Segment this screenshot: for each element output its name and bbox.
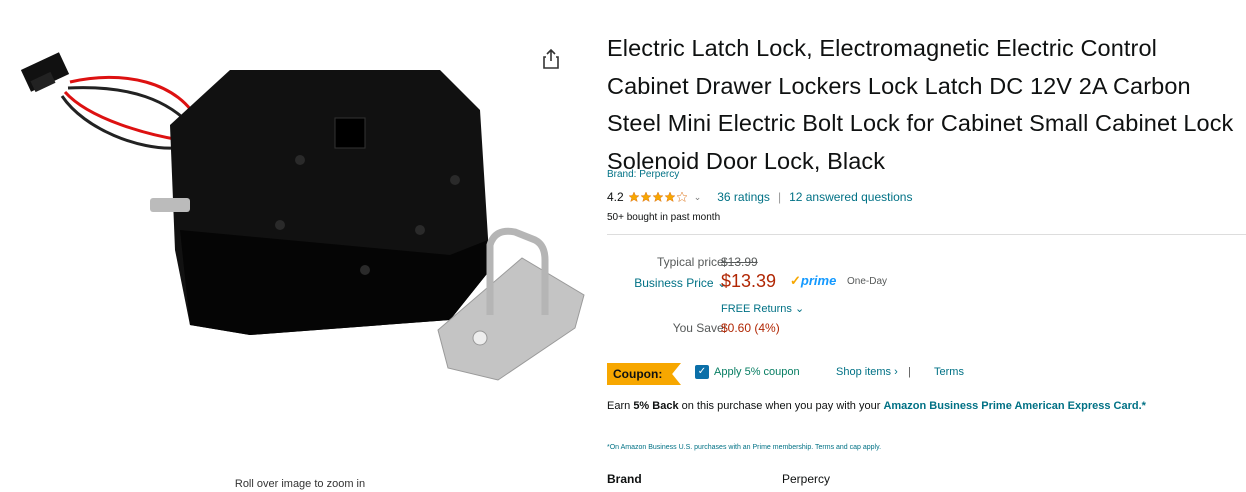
prime-badge: ✓prime <box>790 273 836 289</box>
you-save-label: You Save: <box>672 321 727 335</box>
earn-back-promo: Earn 5% Back on this purchase when you p… <box>607 396 1242 416</box>
chevron-down-icon[interactable]: ⌄ <box>795 303 804 315</box>
prime-check-icon: ✓ <box>790 273 801 288</box>
product-image[interactable] <box>10 30 600 390</box>
answered-questions-link[interactable]: 12 answered questions <box>789 190 912 204</box>
business-price-value: $13.39 <box>721 271 777 291</box>
star-full-icon <box>640 191 652 203</box>
earn-bold: 5% Back <box>633 400 679 412</box>
promo-footnote[interactable]: *On Amazon Business U.S. purchases with … <box>607 444 881 451</box>
spec-brand-label: Brand <box>607 472 642 486</box>
bought-count: 50+ bought in past month <box>607 212 721 223</box>
zoom-hint: Roll over image to zoom in <box>234 478 366 490</box>
brand-link[interactable]: Brand: Perpercy <box>607 169 679 180</box>
coupon-badge: Coupon: <box>607 363 681 385</box>
business-price-label[interactable]: Business Price ⌄ <box>634 276 727 290</box>
prime-word: prime <box>800 273 837 288</box>
ratings-count-link[interactable]: 36 ratings <box>717 190 770 204</box>
product-title: Electric Latch Lock, Electromagnetic Ele… <box>607 35 1234 174</box>
star-full-icon <box>652 191 664 203</box>
separator: | <box>777 190 782 204</box>
amex-card-link[interactable]: Amazon Business Prime American Express C… <box>883 400 1145 412</box>
divider <box>607 234 1246 235</box>
coupon-terms-link[interactable]: Terms <box>934 366 964 378</box>
free-returns-link[interactable]: FREE Returns ⌄ <box>721 302 804 315</box>
earn-prefix: Earn <box>607 400 631 412</box>
star-rating[interactable] <box>628 191 688 203</box>
share-icon[interactable] <box>541 48 561 70</box>
chevron-down-icon[interactable]: ⌄ <box>694 192 702 203</box>
apply-coupon-label[interactable]: Apply 5% coupon <box>714 366 800 378</box>
free-returns-text[interactable]: FREE Returns <box>721 303 792 315</box>
shop-items-link[interactable]: Shop items › <box>836 366 898 378</box>
coupon-separator: | <box>908 366 911 378</box>
you-save-value: $0.60 (4%) <box>721 321 780 335</box>
business-price-label-text[interactable]: Business Price <box>634 276 713 290</box>
star-full-icon <box>664 191 676 203</box>
typical-price-label: Typical price: <box>656 255 727 269</box>
spec-brand-value: Perpercy <box>782 472 831 486</box>
star-empty-icon <box>676 191 688 203</box>
image-gallery: Roll over image to zoom in <box>0 0 600 492</box>
typical-price-value: $13.99 <box>721 255 758 269</box>
one-day-label: One-Day <box>847 276 888 287</box>
star-full-icon <box>628 191 640 203</box>
earn-middle: on this purchase when you pay with your <box>681 400 881 412</box>
rating-value: 4.2 <box>607 190 624 204</box>
rating-row: 4.2 ⌄ 36 ratings | 12 answered questions <box>607 190 912 204</box>
apply-coupon-checkbox[interactable]: ✓ <box>695 365 709 379</box>
